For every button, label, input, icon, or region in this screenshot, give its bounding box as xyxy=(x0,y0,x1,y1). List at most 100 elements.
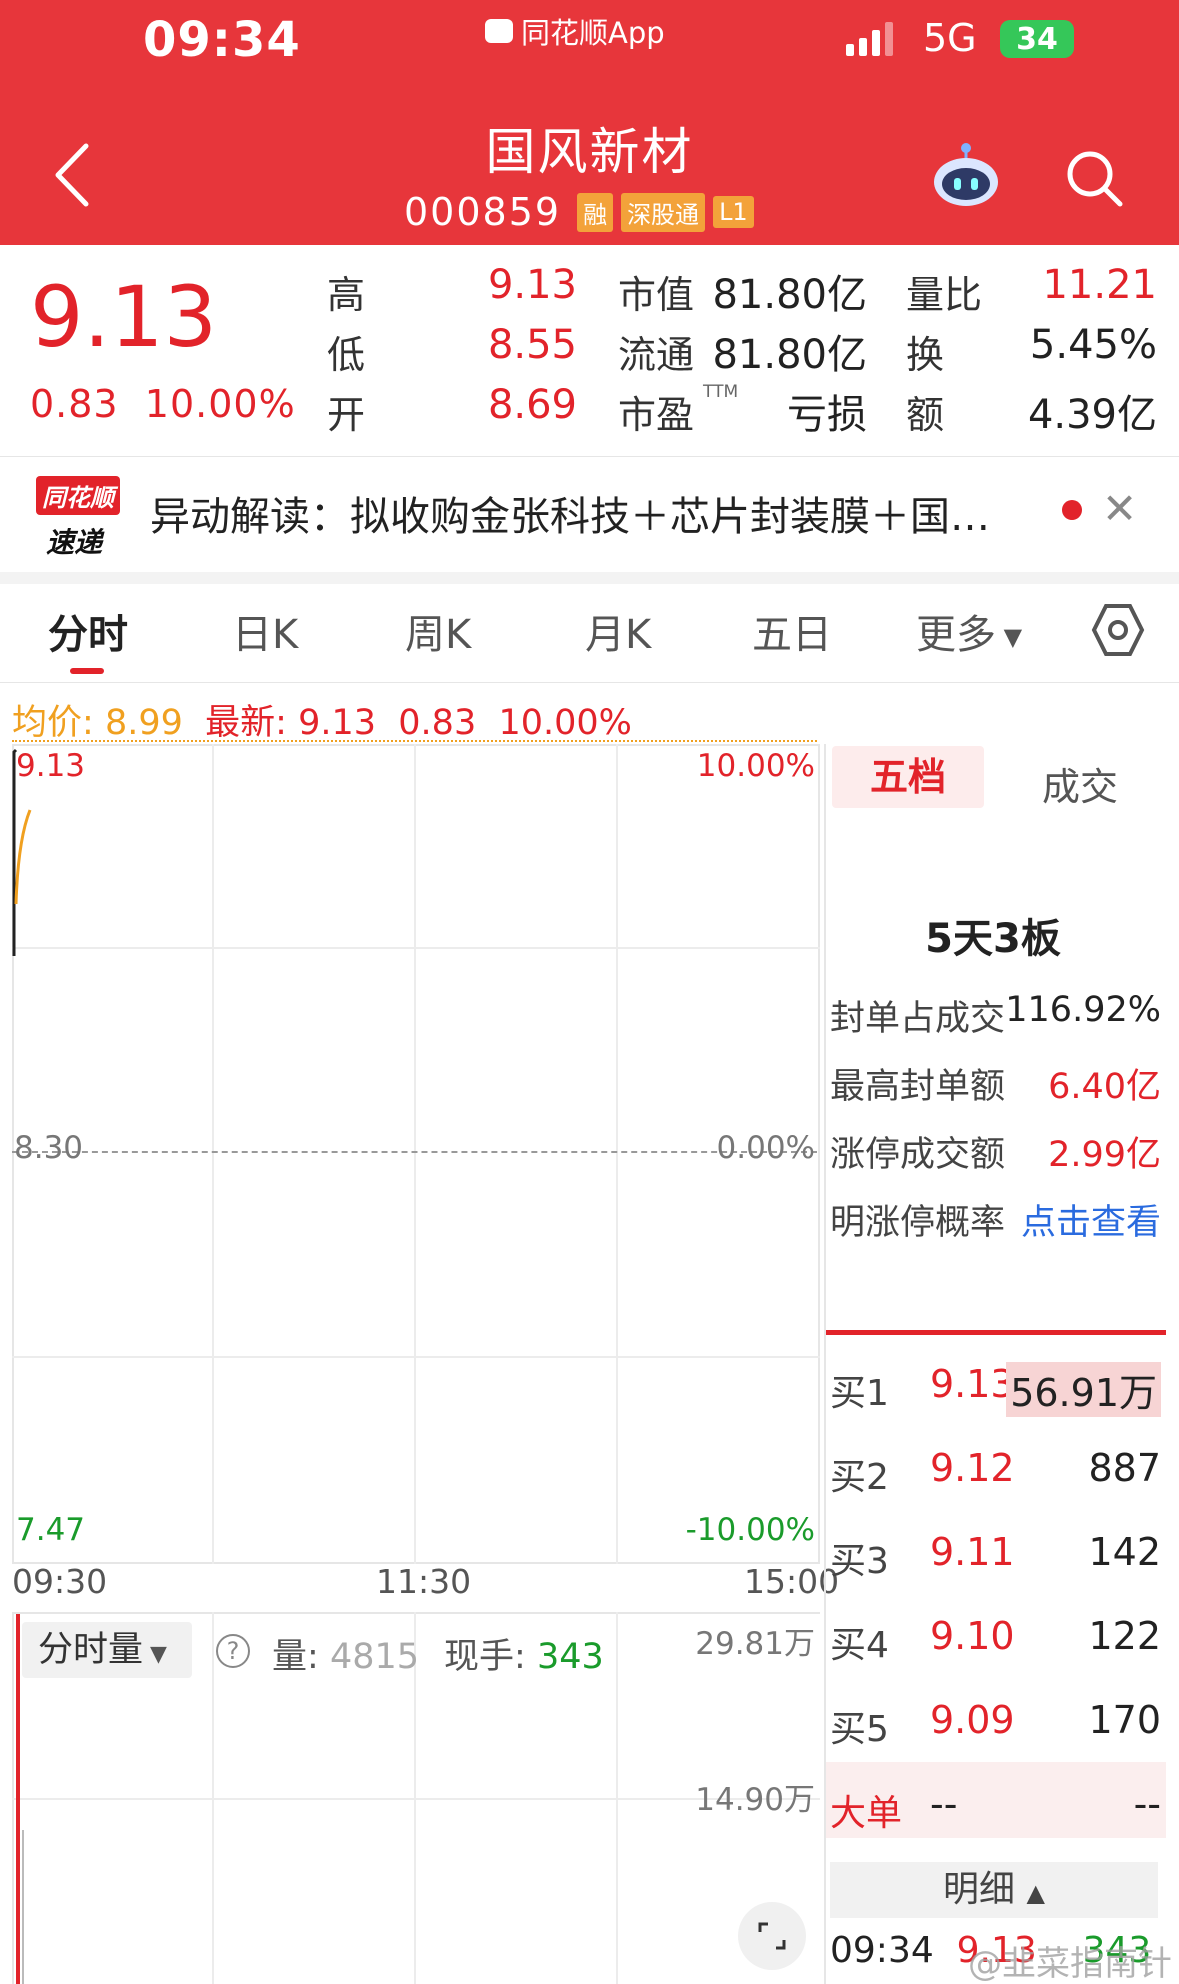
caret-down-icon: ▼ xyxy=(996,623,1023,651)
limit-up-marker xyxy=(826,1330,1166,1335)
max-seal-value: 6.40亿 xyxy=(1048,1067,1161,1107)
tab-trades[interactable]: 成交 xyxy=(1042,756,1118,811)
stock-name: 国风新材 xyxy=(485,123,694,181)
close-icon[interactable]: ✕ xyxy=(1102,484,1137,533)
margin-tag: 融 xyxy=(577,192,614,232)
grid-line xyxy=(212,744,214,1564)
volume-bar xyxy=(16,1614,20,1984)
price-chart[interactable] xyxy=(12,744,820,1564)
hand-info: 现手: 343 xyxy=(444,1628,604,1679)
tab-more-label: 更多 xyxy=(916,612,996,658)
latest-pct: 10.00% xyxy=(498,703,632,743)
latest-label: 最新: xyxy=(205,703,287,743)
price-change: 0.83 xyxy=(30,382,119,426)
news-logo: 同花顺 速递 xyxy=(36,476,126,559)
news-headline[interactable]: 异动解读：拟收购金张科技＋芯片封装膜＋国… xyxy=(150,484,1018,542)
volume-type-label: 分时量 xyxy=(38,1630,144,1670)
divider xyxy=(0,456,1179,457)
y-axis-bottom: 7.47 xyxy=(16,1512,86,1548)
limit-amount-label: 涨停成交额 xyxy=(830,1135,1006,1175)
bid2-volume: 887 xyxy=(1088,1446,1161,1490)
detail-label: 明细 xyxy=(943,1869,1016,1910)
settings-hexagon-icon[interactable] xyxy=(1090,602,1146,658)
avg-dotted-line xyxy=(12,740,817,742)
fullscreen-icon[interactable] xyxy=(738,1902,806,1970)
bid3-price: 9.11 xyxy=(930,1530,1015,1574)
big-order-label: 大单 xyxy=(830,1793,903,1834)
status-app-indicator[interactable]: 同花顺App xyxy=(485,10,665,52)
tab-five-day[interactable]: 五日 xyxy=(752,602,832,660)
connect-tag: 深股通 xyxy=(621,192,706,232)
seal-ratio-value: 116.92% xyxy=(1005,990,1161,1030)
amount-value: 4.39亿 xyxy=(1027,392,1157,438)
pe-label: 市盈 xyxy=(618,393,695,437)
vol-ratio-value: 11.21 xyxy=(1042,262,1157,308)
grid-line xyxy=(414,744,416,1564)
price-change-pct: 10.00% xyxy=(144,382,296,426)
stock-code: 000859 xyxy=(404,190,562,234)
news-logo-top: 同花顺 xyxy=(36,476,120,515)
bid5-volume: 170 xyxy=(1088,1698,1161,1742)
low-value: 8.55 xyxy=(487,322,577,368)
tab-monthly-k[interactable]: 月K xyxy=(585,602,651,660)
pct-axis-bottom: -10.00% xyxy=(685,1512,815,1548)
chart-header: 均价: 8.99 最新: 9.13 0.83 10.00% xyxy=(12,694,632,745)
tab-weekly-k[interactable]: 周K xyxy=(405,602,471,660)
help-icon[interactable]: ? xyxy=(216,1634,250,1668)
assistant-robot-icon[interactable] xyxy=(930,140,1002,210)
app-header: 09:34 同花顺App 5G 34 国风新材 000859 融 深股通 L1 xyxy=(0,0,1179,245)
grid-line xyxy=(12,947,820,949)
pe-ttm-sup: TTM xyxy=(703,382,739,402)
time-mid: 11:30 xyxy=(376,1562,472,1601)
avg-label: 均价: xyxy=(12,703,94,743)
volume-label: 量: xyxy=(272,1637,319,1677)
grid-line xyxy=(12,1356,820,1358)
high-value: 9.13 xyxy=(487,262,577,308)
bid2-price: 9.12 xyxy=(930,1446,1015,1490)
mktcap-value: 81.80亿 xyxy=(712,272,867,318)
latest-change: 0.83 xyxy=(398,703,477,743)
grid-line xyxy=(616,744,618,1564)
next-limit-prob-link[interactable]: 点击查看 xyxy=(1021,1194,1161,1245)
big-order-volume: -- xyxy=(1133,1782,1161,1826)
bid1-price: 9.13 xyxy=(930,1362,1015,1406)
status-app-label: 同花顺App xyxy=(521,16,665,50)
section-gap xyxy=(0,572,1179,584)
caret-up-icon: ▲ xyxy=(1026,1879,1045,1907)
caret-down-icon: ▼ xyxy=(143,1642,167,1667)
search-icon[interactable] xyxy=(1064,148,1124,208)
bid3-label: 买3 xyxy=(830,1541,889,1582)
divider xyxy=(0,682,1179,683)
battery-level: 34 xyxy=(1016,21,1058,57)
volume-info: 量: 4815 xyxy=(272,1628,419,1679)
vol-ratio-label: 量比 xyxy=(906,273,983,317)
tab-intraday[interactable]: 分时 xyxy=(48,602,128,660)
bid4-label: 买4 xyxy=(830,1625,889,1666)
price-change-row: 0.83 10.00% xyxy=(30,382,296,426)
tab-order-book[interactable]: 五档 xyxy=(832,746,984,808)
tab-more[interactable]: 更多 ▼ xyxy=(916,602,1022,660)
detail-toggle[interactable]: 明细 ▲ xyxy=(830,1862,1158,1918)
volume-axis-top: 29.81万 xyxy=(695,1626,815,1662)
next-limit-prob-label: 明涨停概率 xyxy=(830,1203,1006,1243)
bid3-volume: 142 xyxy=(1088,1530,1161,1574)
active-tab-indicator xyxy=(70,668,104,674)
float-value: 81.80亿 xyxy=(712,332,867,378)
y-axis-top: 9.13 xyxy=(16,748,86,784)
pct-axis-top: 10.00% xyxy=(696,748,815,784)
volume-axis-mid: 14.90万 xyxy=(695,1782,815,1818)
bid1-volume: 56.91万 xyxy=(1006,1362,1161,1417)
volume-bar xyxy=(22,1830,24,1984)
seal-ratio-label: 封单占成交 xyxy=(830,999,1006,1039)
y-axis-mid: 8.30 xyxy=(14,1130,84,1166)
volume-type-dropdown[interactable]: 分时量 ▼ xyxy=(22,1622,192,1678)
low-label: 低 xyxy=(327,333,366,377)
bid2-label: 买2 xyxy=(830,1457,889,1498)
signal-icon xyxy=(846,22,893,56)
latest-value: 9.13 xyxy=(298,703,377,743)
bid4-price: 9.10 xyxy=(930,1614,1015,1658)
bid5-price: 9.09 xyxy=(930,1698,1015,1742)
tab-daily-k[interactable]: 日K xyxy=(232,602,298,660)
float-label: 流通 xyxy=(618,333,695,377)
prev-close-line xyxy=(12,1151,817,1153)
